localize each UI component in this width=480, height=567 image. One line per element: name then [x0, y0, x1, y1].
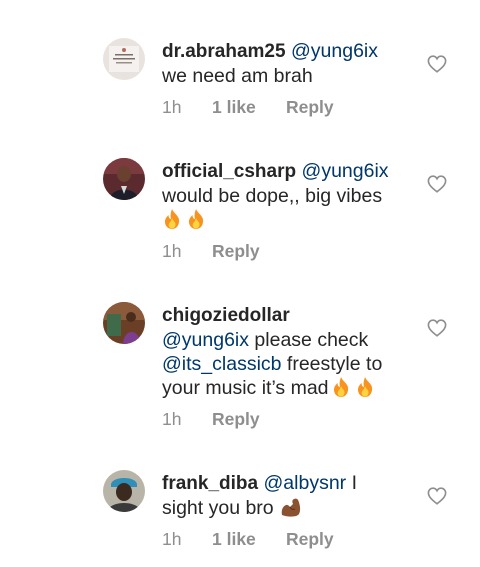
comment-text: frank_diba @albysnr I sight you bro	[162, 471, 412, 520]
timestamp: 1h	[162, 529, 182, 549]
mention-link[interactable]: @yung6ix	[291, 40, 378, 62]
heart-outline-icon[interactable]	[427, 487, 447, 505]
comment-text: chigoziedollar @yung6ix please check @it…	[162, 303, 412, 400]
timestamp: 1h	[162, 97, 182, 117]
comment-meta: 1h Reply	[162, 409, 260, 430]
comment-body: your music it’s mad	[162, 377, 329, 399]
reply-button[interactable]: Reply	[212, 241, 260, 262]
comment-body: would be dope,, big vibes	[162, 185, 383, 207]
mention-link[interactable]: @albysnr	[264, 472, 347, 494]
comment-meta: 1h Reply	[162, 241, 260, 262]
avatar[interactable]	[103, 158, 145, 200]
mention-link[interactable]: @its_classicb	[162, 353, 282, 375]
username[interactable]: official_csharp	[162, 161, 296, 182]
fire-emoji-icon	[333, 377, 348, 397]
mention-link[interactable]: @yung6ix	[302, 160, 389, 182]
avatar[interactable]	[103, 38, 145, 80]
flexed-biceps-emoji-icon	[281, 498, 301, 517]
username[interactable]: dr.abraham25	[162, 41, 286, 62]
comment-body: sight you bro	[162, 497, 274, 519]
fire-emoji-icon	[164, 209, 180, 229]
mention-link[interactable]: @yung6ix	[162, 329, 249, 351]
comment-meta: 1h 1 like Reply	[162, 97, 334, 118]
likes-count[interactable]: 1 like	[212, 529, 286, 550]
username[interactable]: frank_diba	[162, 473, 258, 494]
reply-button[interactable]: Reply	[286, 97, 334, 118]
reply-button[interactable]: Reply	[212, 409, 260, 430]
reply-button[interactable]: Reply	[286, 529, 334, 550]
comment-body: please check	[249, 329, 369, 351]
fire-emoji-icon	[357, 377, 372, 397]
avatar[interactable]	[103, 302, 145, 344]
comment-body: I	[346, 472, 358, 494]
heart-outline-icon[interactable]	[427, 319, 447, 337]
fire-emoji-icon	[188, 209, 204, 229]
timestamp: 1h	[162, 409, 182, 429]
comment-text: dr.abraham25 @yung6ix we need am brah	[162, 39, 412, 88]
timestamp: 1h	[162, 241, 182, 261]
comment-body: we need am brah	[162, 65, 313, 87]
username[interactable]: chigoziedollar	[162, 305, 290, 326]
heart-outline-icon[interactable]	[427, 55, 447, 73]
heart-outline-icon[interactable]	[427, 175, 447, 193]
likes-count[interactable]: 1 like	[212, 97, 286, 118]
comment-meta: 1h 1 like Reply	[162, 529, 334, 550]
comment-text: official_csharp @yung6ix would be dope,,…	[162, 159, 412, 232]
avatar[interactable]	[103, 470, 145, 512]
comment-body: freestyle to	[281, 353, 383, 375]
